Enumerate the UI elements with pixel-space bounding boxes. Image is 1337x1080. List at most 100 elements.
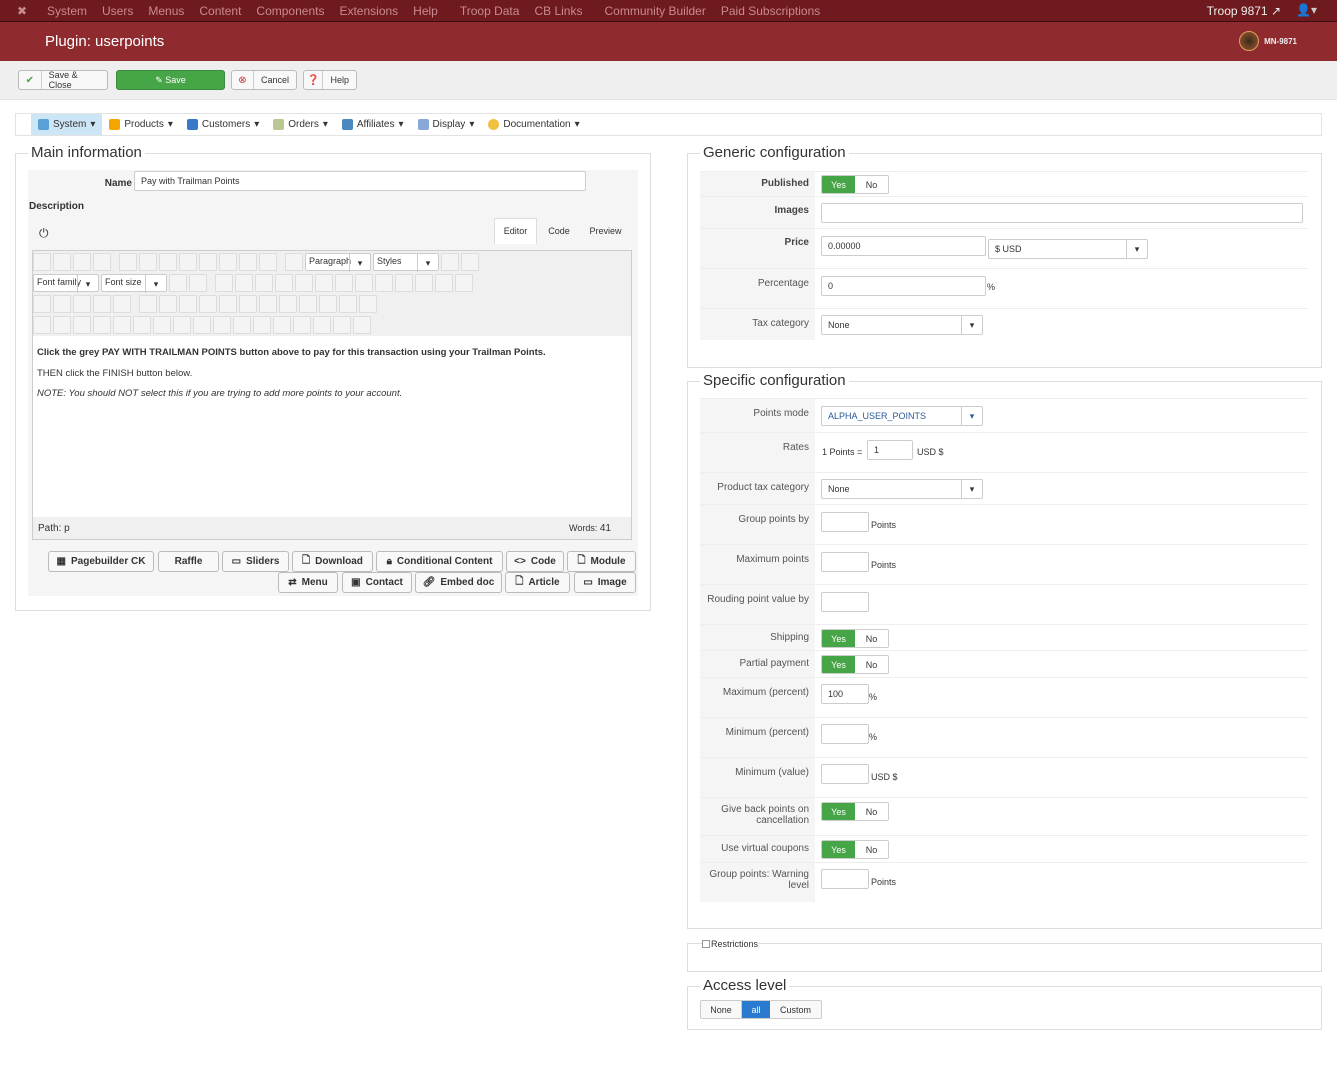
menu-orders[interactable]: Orders ▾ [266,114,335,135]
no-option[interactable]: No [855,841,888,858]
format-select[interactable]: Paragraph [305,253,371,272]
special-char-icon[interactable] [435,274,453,292]
ltr-icon[interactable] [33,295,51,313]
text-color-icon[interactable] [169,274,187,292]
save-close-button[interactable]: ✔ Save & Close [18,70,108,90]
points-mode-select[interactable]: ALPHA_USER_POINTS [821,406,983,426]
user-menu-icon[interactable]: 👤▾ [1296,3,1317,17]
toggle-editor-icon[interactable]: ⏻ [39,226,49,241]
minimum-value-input[interactable] [821,764,869,784]
top-menu-content[interactable]: Content [199,4,241,18]
merge-cells-icon[interactable] [359,295,377,313]
group-points-input[interactable] [821,512,869,532]
indent-icon[interactable] [295,274,313,292]
top-menu-help[interactable]: Help [413,4,438,18]
insert-col-before-icon[interactable] [279,295,297,313]
top-menu-community-builder[interactable]: Community Builder [604,4,705,18]
yes-option[interactable]: Yes [822,803,855,820]
delete-table-icon[interactable] [159,295,177,313]
menu-documentation[interactable]: Documentation ▾ [481,114,586,135]
restrictions-toggle[interactable]: Restrictions [702,939,759,949]
italic-icon[interactable] [139,253,157,271]
insert-col-after-icon[interactable] [299,295,317,313]
image-button[interactable]: ▭ Image [574,572,636,593]
rates-input[interactable]: 1 [867,440,913,460]
outdent-icon[interactable] [315,274,333,292]
rounding-input[interactable] [821,592,869,612]
spellcheck-icon[interactable] [313,316,331,334]
partial-payment-toggle[interactable]: Yes No [821,655,889,674]
maximum-percent-input[interactable]: 100 [821,684,869,704]
download-button[interactable]: 🗋 Download [292,551,373,572]
warning-level-input[interactable] [821,869,869,889]
minimum-percent-input[interactable] [821,724,869,744]
pagebreak-icon[interactable] [93,316,111,334]
del-icon[interactable] [173,316,191,334]
contact-button[interactable]: ▣ Contact [342,572,412,593]
rtl-icon[interactable] [53,295,71,313]
row-props-icon[interactable] [179,295,197,313]
tab-preview[interactable]: Preview [583,218,628,244]
link-icon[interactable] [273,316,291,334]
published-toggle[interactable]: Yes No [821,175,889,194]
checkbox-icon[interactable] [702,940,710,948]
top-menu-menus[interactable]: Menus [148,4,184,18]
align-justify-icon[interactable] [199,253,217,271]
percentage-input[interactable]: 0 [821,276,986,296]
blockquote-icon[interactable] [285,253,303,271]
search-icon[interactable] [113,295,131,313]
price-input[interactable]: 0.00000 [821,236,986,256]
images-input[interactable] [821,203,1303,223]
horizontal-rule-icon[interactable] [455,274,473,292]
attributes-icon[interactable] [213,316,231,334]
template-icon[interactable] [73,316,91,334]
menu-button[interactable]: ⇄ Menu [278,572,338,593]
style-icon[interactable] [113,316,131,334]
top-menu-troop-data[interactable]: Troop Data [460,4,520,18]
copy-icon[interactable] [235,274,253,292]
character-map-icon[interactable] [415,274,433,292]
cancel-button[interactable]: ⊗ Cancel [231,70,297,90]
cleanup-icon[interactable] [461,253,479,271]
font-size-select[interactable]: Font size [101,274,167,293]
redo-icon[interactable] [93,253,111,271]
save-button[interactable]: ✎ Save [116,70,225,90]
product-tax-select[interactable]: None [821,479,983,499]
image-icon[interactable] [293,316,311,334]
paste-text-icon[interactable] [275,274,293,292]
show-blocks-icon[interactable] [53,316,71,334]
media-icon[interactable] [353,316,371,334]
module-button[interactable]: 🗋 Module [567,551,636,572]
embed-doc-button[interactable]: 🔗︎ Embed doc [415,572,502,593]
access-custom-option[interactable]: Custom [770,1001,821,1018]
menu-products[interactable]: Products ▾ [102,114,180,135]
top-menu-cb-links[interactable]: CB Links [534,4,582,18]
yes-option[interactable]: Yes [822,176,855,193]
yes-option[interactable]: Yes [822,841,855,858]
split-cells-icon[interactable] [339,295,357,313]
code-button[interactable]: <> Code [506,551,564,572]
pagebuilder-ck-button[interactable]: ▦ Pagebuilder CK [48,551,154,572]
yes-option[interactable]: Yes [822,630,855,647]
superscript-icon[interactable] [395,274,413,292]
abbr-icon[interactable] [153,316,171,334]
cell-props-icon[interactable] [199,295,217,313]
shipping-toggle[interactable]: Yes No [821,629,889,648]
virtual-coupons-toggle[interactable]: Yes No [821,840,889,859]
unordered-list-icon[interactable] [355,274,373,292]
delete-col-icon[interactable] [319,295,337,313]
visual-aid-icon[interactable] [33,316,51,334]
tab-editor[interactable]: Editor [494,218,537,244]
no-option[interactable]: No [855,656,888,673]
top-menu-components[interactable]: Components [256,4,324,18]
menu-customers[interactable]: Customers ▾ [180,114,266,135]
top-menu-system[interactable]: System [47,4,87,18]
conditional-content-button[interactable]: 🔒︎ Conditional Content [376,551,503,572]
nonbreaking-icon[interactable] [333,316,351,334]
raffle-button[interactable]: Raffle [158,551,219,572]
paste-icon[interactable] [255,274,273,292]
top-menu-paid-subscriptions[interactable]: Paid Subscriptions [721,4,820,18]
help-button[interactable]: ❓ Help [303,70,357,90]
styles-select[interactable]: Styles [373,253,439,272]
new-document-icon[interactable] [53,253,71,271]
